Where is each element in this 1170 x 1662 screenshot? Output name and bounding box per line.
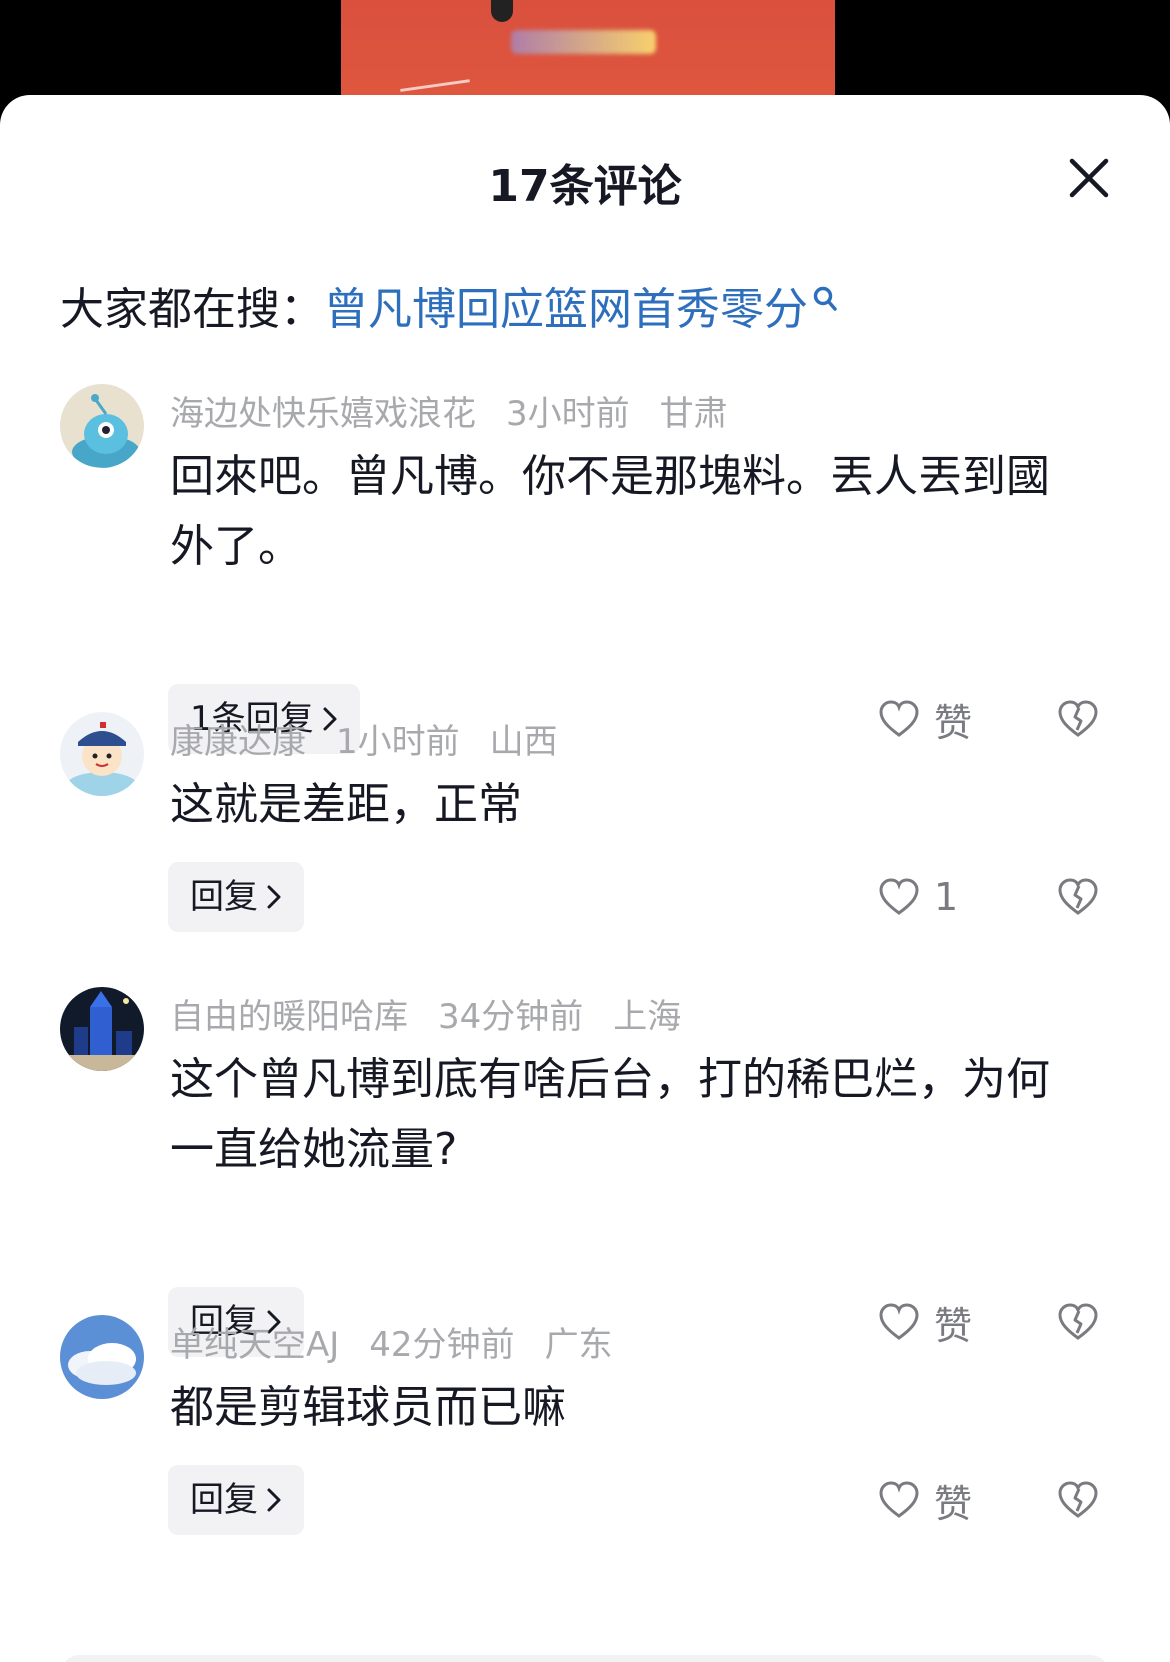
dislike-button[interactable] [1057,862,1099,932]
comment-location: 甘肃 [659,394,728,434]
like-count: 赞 [934,1481,973,1526]
comment-time: 3小时前 [506,394,630,434]
comment-time: 42分钟前 [369,1325,515,1365]
comment-username[interactable]: 海边处快乐嬉戏浪花 [170,394,476,434]
avatar[interactable] [60,1315,144,1399]
trending-search: 大家都在搜：曾凡博回应篮网首秀零分 [60,273,838,337]
like-button[interactable]: 赞 [878,1465,972,1535]
close-button[interactable] [1068,157,1110,199]
broken-heart-icon [1058,1481,1098,1518]
comment-meta: 康康达康 1小时前 山西 [170,714,588,763]
next-item-edge [60,1655,1110,1662]
trending-query-link[interactable]: 曾凡博回应篮网首秀零分 [324,284,808,335]
comment-location: 上海 [613,997,682,1037]
comment-time: 1小时前 [336,722,460,762]
broken-heart-icon [1058,878,1098,915]
chevron-right-icon [266,1467,282,1537]
video-caption-blur [511,30,656,54]
like-count: 1 [934,875,959,919]
search-icon[interactable] [812,273,838,324]
comment-item: 单纯天空AJ 42分钟前 广东 都是剪辑球员而已嘛 回复 赞 [0,1315,1170,1555]
heart-icon [879,878,919,915]
comment-time: 34分钟前 [438,997,584,1037]
sheet-header: 17条评论 [0,95,1170,265]
chevron-right-icon [266,864,282,934]
comment-location: 广东 [544,1325,613,1365]
comment-username[interactable]: 自由的暖阳哈库 [170,997,408,1037]
comment-meta: 单纯天空AJ 42分钟前 广东 [170,1317,643,1366]
comment-text: 这个曾凡博到底有啥后台，打的稀巴烂，为何一直给她流量? [170,1054,1050,1175]
comment-text: 都是剪辑球员而已嘛 [170,1382,566,1433]
comment-item: 海边处快乐嬉戏浪花 3小时前 甘肃 回來吧。曾凡博。你不是那塊料。丟人丟到國外了。 … [0,384,1170,754]
comment-item: 自由的暖阳哈库 34分钟前 上海 这个曾凡博到底有啥后台，打的稀巴烂，为何一直给她流… [0,987,1170,1357]
comment-username[interactable]: 单纯天空AJ [170,1325,339,1365]
comment-item: 康康达康 1小时前 山西 这就是差距，正常 回复 1 [0,712,1170,952]
reply-label: 回复 [190,1480,258,1520]
heart-icon [879,1481,919,1518]
comment-count-title: 17条评论 [488,161,682,212]
comment-meta: 海边处快乐嬉戏浪花 3小时前 甘肃 [170,386,758,435]
like-button[interactable]: 1 [878,862,958,932]
avatar[interactable] [60,384,144,468]
comment-location: 山西 [489,722,558,762]
reply-button[interactable]: 回复 [168,1465,304,1535]
avatar[interactable] [60,987,144,1071]
microphone-shape [491,0,513,22]
comment-username[interactable]: 康康达康 [170,722,306,762]
close-icon [1069,158,1109,198]
reply-button[interactable]: 回复 [168,862,304,932]
trending-label: 大家都在搜： [60,284,324,335]
reply-label: 回复 [190,877,258,917]
comment-text: 这就是差距，正常 [170,779,522,830]
avatar[interactable] [60,712,144,796]
comment-text: 回來吧。曾凡博。你不是那塊料。丟人丟到國外了。 [170,451,1050,572]
dislike-button[interactable] [1057,1465,1099,1535]
comments-sheet: 17条评论 大家都在搜：曾凡博回应篮网首秀零分 海边处快乐嬉戏浪花 3小时前 甘… [0,95,1170,1662]
comment-meta: 自由的暖阳哈库 34分钟前 上海 [170,989,711,1038]
